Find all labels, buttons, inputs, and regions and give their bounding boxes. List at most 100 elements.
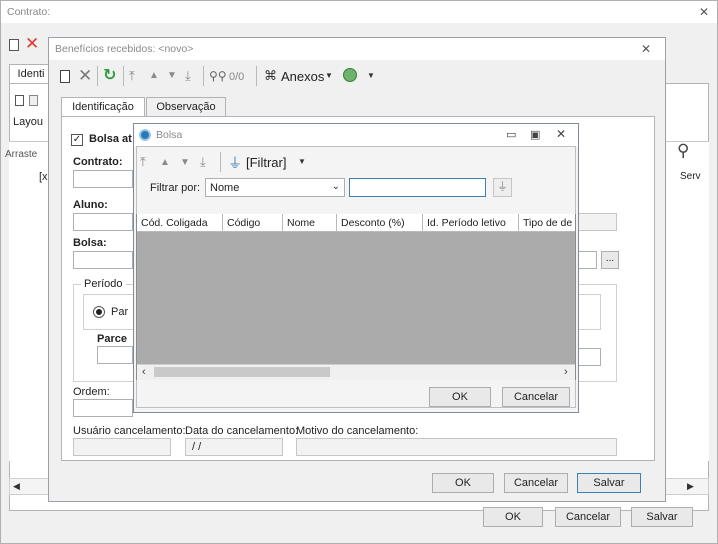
main-layout-label: Layou xyxy=(13,116,43,128)
bolsa-prev-icon[interactable]: ▲ xyxy=(160,156,170,170)
parcela-radio[interactable] xyxy=(93,306,105,318)
grid-col-periodo-letivo[interactable]: Id. Período letivo xyxy=(423,214,519,231)
grid-col-nome[interactable]: Nome xyxy=(283,214,337,231)
filter-button[interactable]: [Filtrar] xyxy=(246,155,286,170)
beneficios-title: Benefícios recebidos: <novo> xyxy=(55,43,194,55)
bolsa-browse-button[interactable]: ... xyxy=(601,251,619,269)
prev-record-icon[interactable]: ▲ xyxy=(149,69,159,83)
beneficios-delete-icon[interactable]: ✕ xyxy=(78,66,92,86)
beneficios-new-icon[interactable] xyxy=(60,70,70,83)
grid-col-codigo[interactable]: Código xyxy=(223,214,283,231)
beneficios-refresh-icon[interactable]: ↻ xyxy=(103,65,116,85)
parcela-label: Parce xyxy=(97,333,127,345)
anexos-dropdown-icon[interactable]: ▼ xyxy=(325,71,333,80)
beneficios-ok-button[interactable]: OK xyxy=(432,473,494,493)
main-new-small-icon[interactable] xyxy=(15,95,24,106)
main-window-title: Contrato: xyxy=(7,6,51,18)
ordem-label: Ordem: xyxy=(73,386,110,398)
aluno-label: Aluno: xyxy=(73,199,108,211)
bolsa-scroll-thumb[interactable] xyxy=(154,367,330,377)
bolsa-next-icon[interactable]: ▼ xyxy=(180,156,190,170)
bolsa-last-icon[interactable]: ⤓ xyxy=(200,155,206,169)
bolsa-scroll-left-icon[interactable]: ‹ xyxy=(142,366,146,378)
find-icon[interactable]: ⚲⚲ xyxy=(209,69,227,83)
main-new-icon[interactable] xyxy=(9,39,19,51)
next-record-icon[interactable]: ▼ xyxy=(167,69,177,83)
filter-text-input[interactable] xyxy=(349,178,486,197)
aluno-field[interactable] xyxy=(73,213,133,231)
main-scroll-left-icon[interactable]: ◀ xyxy=(13,481,20,492)
motivo-cancelamento-label: Motivo do cancelamento: xyxy=(296,425,419,437)
bolsa-title: Bolsa xyxy=(156,129,183,141)
grid-col-cod-coligada[interactable]: Cód. Coligada xyxy=(137,214,223,231)
main-save-button[interactable]: Salvar xyxy=(631,507,693,527)
main-ok-button[interactable]: OK xyxy=(483,507,543,527)
usuario-cancelamento-field xyxy=(73,438,171,456)
main-cancel-button[interactable]: Cancelar xyxy=(555,507,621,527)
bolsa-scroll-right-icon[interactable]: › xyxy=(564,366,568,378)
filter-dropdown-icon[interactable]: ▼ xyxy=(298,157,306,166)
data-cancelamento-field: / / xyxy=(185,438,283,456)
main-window-titlebar: Contrato: xyxy=(1,1,717,23)
bolsa-name-field[interactable] xyxy=(577,251,597,269)
bolsa-grid xyxy=(136,214,576,380)
toolbar-separator xyxy=(256,66,257,86)
apply-filter-icon[interactable]: ⏚ xyxy=(493,178,512,197)
usuario-cancelamento-label: Usuário cancelamento: xyxy=(73,425,186,437)
toolbar-separator xyxy=(203,66,204,86)
beneficios-close-icon[interactable]: ✕ xyxy=(641,42,651,56)
main-delete-icon[interactable]: ✕ xyxy=(25,34,39,54)
bolsa-dialog: Bolsa ▭ ▣ ✕ ⤒ ▲ ▼ ⤓ ⏚ [Filtrar] ▼ Filtra… xyxy=(133,123,579,413)
beneficios-save-button[interactable]: Salvar xyxy=(577,473,641,493)
tab-identificacao[interactable]: Identificação xyxy=(61,97,145,117)
process-dropdown-icon[interactable]: ▼ xyxy=(367,71,375,80)
beneficios-titlebar: Benefícios recebidos: <novo> xyxy=(49,38,665,60)
paperclip-icon: ⌘ xyxy=(264,68,277,83)
bolsa-app-icon xyxy=(139,129,151,141)
main-scroll-right-icon[interactable]: ▶ xyxy=(687,481,694,492)
bolsa-maximize-icon[interactable]: ▣ xyxy=(530,128,540,141)
bolsa-minimize-icon[interactable]: ▭ xyxy=(506,128,516,141)
main-search-icon[interactable]: ⚲ xyxy=(677,141,689,161)
data-cancelamento-label: Data do cancelamento: xyxy=(185,425,299,437)
beneficios-cancel-button[interactable]: Cancelar xyxy=(504,473,568,493)
main-close-icon[interactable]: ✕ xyxy=(699,5,709,19)
last-record-icon[interactable]: ⤓ xyxy=(185,69,191,83)
contrato-field[interactable] xyxy=(73,170,133,188)
periodo-group-label: Período xyxy=(81,278,126,290)
main-arraste-label: Arraste xyxy=(5,149,38,160)
motivo-cancelamento-field xyxy=(296,438,617,456)
bolsa-field[interactable] xyxy=(73,251,133,269)
main-tab-identificacao[interactable]: Identi xyxy=(9,64,53,83)
first-record-icon[interactable]: ⤒ xyxy=(129,69,135,83)
grid-col-desconto[interactable]: Desconto (%) xyxy=(337,214,423,231)
filter-by-chevron-down-icon: ⌄ xyxy=(331,181,340,192)
parcela-field[interactable] xyxy=(97,346,133,364)
tab-observacao[interactable]: Observação xyxy=(146,97,226,117)
anexos-button[interactable]: Anexos xyxy=(281,69,324,84)
filter-by-label: Filtrar por: xyxy=(150,182,201,194)
main-col-serv: Serv xyxy=(680,171,701,182)
contrato-label: Contrato: xyxy=(73,156,123,168)
parcela-final-field[interactable] xyxy=(577,348,601,366)
bolsa-close-icon[interactable]: ✕ xyxy=(556,127,566,141)
toolbar-separator xyxy=(97,66,98,86)
bolsa-ativa-label: Bolsa at xyxy=(89,133,132,145)
filter-by-select[interactable]: Nome ⌄ xyxy=(205,178,345,197)
bolsa-cancel-button[interactable]: Cancelar xyxy=(502,387,570,407)
filter-icon: ⏚ xyxy=(228,155,242,171)
grid-col-tipo[interactable]: Tipo de de xyxy=(519,214,575,231)
main-tab-label: Identi xyxy=(17,68,45,80)
parcela-radio-label: Par xyxy=(111,306,129,318)
record-count: 0/0 xyxy=(229,71,245,83)
ordem-field[interactable] xyxy=(73,399,133,417)
bolsa-first-icon[interactable]: ⤒ xyxy=(140,155,146,169)
main-doc-icon[interactable] xyxy=(29,95,38,106)
bolsa-label: Bolsa: xyxy=(73,237,107,249)
bolsa-ativa-checkbox[interactable]: ✓ xyxy=(71,134,83,146)
bolsa-toolbar-separator xyxy=(220,152,221,172)
bolsa-ok-button[interactable]: OK xyxy=(429,387,491,407)
process-icon[interactable] xyxy=(343,68,357,82)
bolsa-grid-header: Cód. Coligada Código Nome Desconto (%) I… xyxy=(137,214,575,232)
toolbar-separator xyxy=(123,66,124,86)
